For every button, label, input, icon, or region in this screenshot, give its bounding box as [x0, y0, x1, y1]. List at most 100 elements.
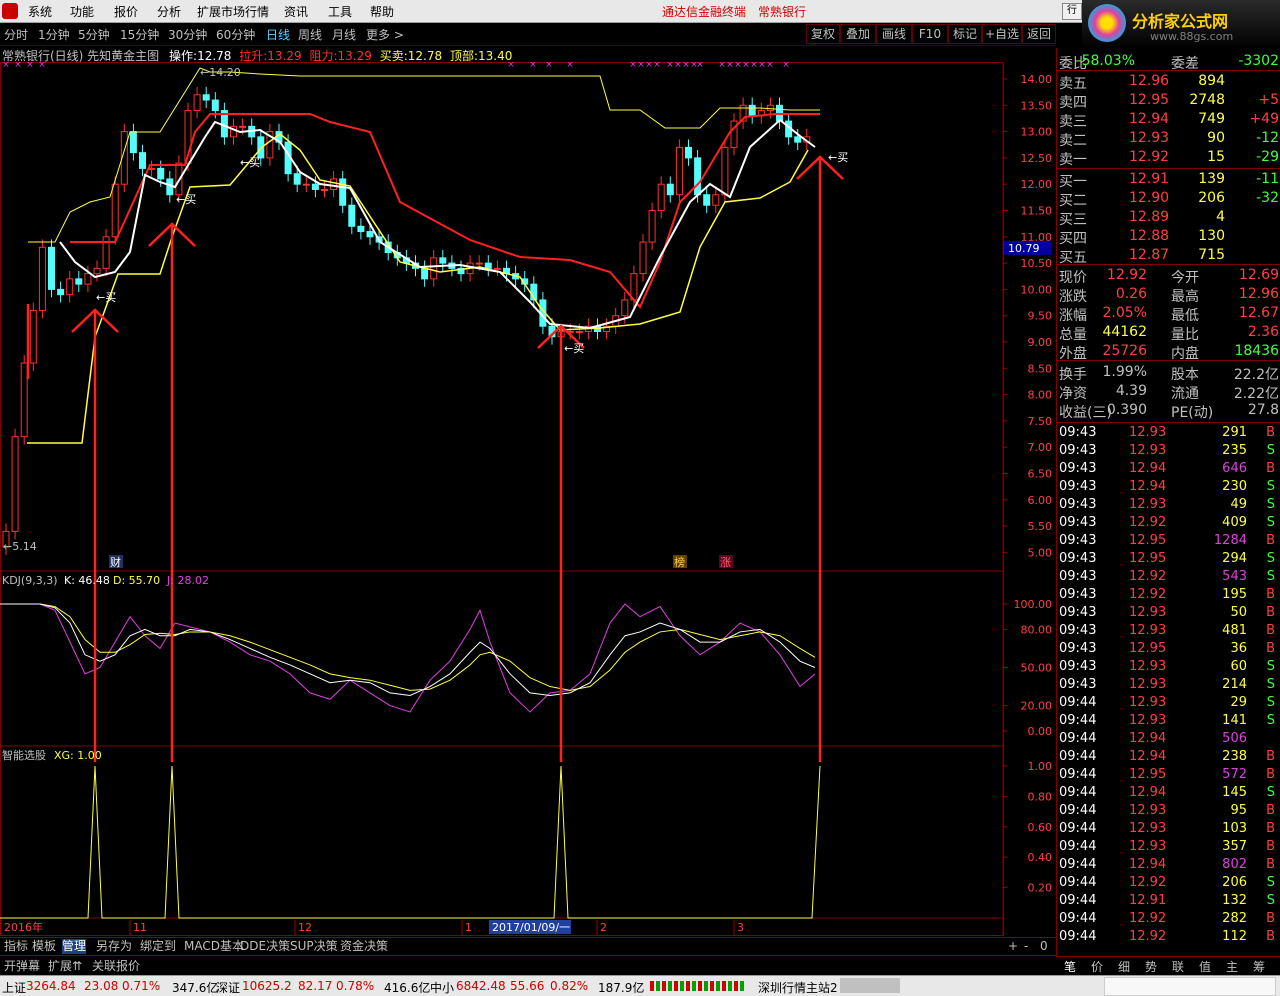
ask-price: 12.96 — [1129, 73, 1170, 89]
candle-body — [439, 257, 447, 264]
overlay-button[interactable]: 叠加 — [840, 24, 876, 44]
panel-tab[interactable]: 筹 — [1253, 958, 1265, 975]
buy-label: ←买 — [240, 156, 260, 169]
tick-price: 12.92 — [1129, 587, 1167, 602]
period-15min[interactable]: 15分钟 — [120, 26, 159, 43]
tick-volume: 409 — [1222, 515, 1247, 530]
tick-time: 09:44 — [1059, 929, 1097, 944]
tick-side: B — [1266, 623, 1275, 638]
ask-volume: 749 — [1198, 111, 1225, 127]
add-favorite-button[interactable]: +自选 — [982, 24, 1022, 44]
menu-extended-market[interactable]: 扩展市场行情 — [197, 3, 269, 20]
menu-function[interactable]: 功能 — [70, 3, 94, 20]
related-quote-button[interactable]: 关联报价 — [92, 957, 140, 974]
chart-canvas[interactable]: × × × × × × × × × × × ×× × × × × × × × ×× × × × 14.0013.5013.0… — [0, 62, 1056, 937]
zoom-out-button[interactable]: - — [1024, 939, 1028, 954]
back-button[interactable]: 返回 — [1022, 24, 1056, 44]
extend-button[interactable]: 扩展⇈ — [48, 957, 82, 974]
candle-body — [20, 362, 28, 438]
bid-row: 买四 12.88 130 — [1057, 227, 1280, 247]
price-axis-label: 7.00 — [1028, 441, 1053, 454]
fund-value: 0.390 — [1106, 402, 1147, 418]
signal-marker: × — [637, 62, 645, 70]
panel-tab[interactable]: 主 — [1226, 958, 1238, 975]
menu-news[interactable]: 资讯 — [284, 3, 308, 20]
tick-time: 09:43 — [1059, 623, 1097, 638]
period-30min[interactable]: 30分钟 — [168, 26, 207, 43]
tick-side: S — [1266, 875, 1275, 890]
tick-volume: 291 — [1222, 425, 1247, 440]
draw-button[interactable]: 画线 — [876, 24, 912, 44]
period-weekly[interactable]: 周线 — [298, 26, 322, 43]
tick-volume: 238 — [1222, 749, 1247, 764]
f10-button[interactable]: F10 — [912, 24, 948, 44]
period-daily[interactable]: 日线 — [266, 26, 290, 43]
tab-macd[interactable]: MACD基本 — [184, 939, 244, 954]
tick-price: 12.94 — [1129, 749, 1167, 764]
tab-bind-to[interactable]: 绑定到 — [140, 939, 176, 954]
menu-tools[interactable]: 工具 — [328, 3, 352, 20]
panel-tab[interactable]: 笔 — [1064, 958, 1076, 975]
zx-value: 6842.48 — [456, 979, 506, 993]
tick-row: 09:44 12.93 103 B — [1057, 820, 1280, 838]
tab-save-as[interactable]: 另存为 — [96, 939, 132, 954]
period-monthly[interactable]: 月线 — [332, 26, 356, 43]
panel-tab[interactable]: 价 — [1091, 958, 1103, 975]
panel-tab[interactable]: 值 — [1199, 958, 1211, 975]
tick-time: 09:44 — [1059, 857, 1097, 872]
tick-side: S — [1266, 551, 1275, 566]
tick-price: 12.93 — [1129, 677, 1167, 692]
panel-tab[interactable]: 联 — [1172, 958, 1184, 975]
menu-right-tab[interactable]: 行 — [1062, 3, 1082, 20]
zoom-in-button[interactable]: + — [1008, 939, 1018, 954]
tab-indicator[interactable]: 指标 — [4, 939, 28, 954]
price-axis-label: 13.50 — [1021, 99, 1053, 112]
menu-quote[interactable]: 报价 — [114, 3, 138, 20]
danmu-button[interactable]: 开弹幕 — [4, 957, 40, 974]
tick-time: 09:44 — [1059, 731, 1097, 746]
candle-body — [321, 188, 328, 191]
menu-system[interactable]: 系统 — [28, 3, 52, 20]
tick-side: B — [1266, 425, 1275, 440]
tab-manage[interactable]: 管理 — [62, 939, 87, 954]
zx-change: 55.66 — [510, 979, 545, 993]
candle-body — [302, 183, 310, 186]
tab-template[interactable]: 模板 — [32, 939, 56, 954]
period-more[interactable]: 更多 > — [366, 26, 404, 43]
bid-price: 12.87 — [1129, 247, 1170, 263]
candle-body — [157, 167, 165, 180]
fund-label: PE(动) — [1171, 405, 1214, 421]
stat-row: 外盘 25726 内盘 18436 — [1057, 342, 1280, 362]
tick-side: S — [1266, 443, 1275, 458]
panel-tab[interactable]: 势 — [1145, 958, 1157, 975]
time-axis-label: 2 — [600, 921, 607, 934]
quote-panel-tabs: 笔价细势联值主筹 — [1056, 956, 1280, 975]
tab-dde[interactable]: DDE决策 — [240, 939, 290, 954]
tick-side: B — [1266, 911, 1275, 926]
panel-tab[interactable]: 细 — [1118, 958, 1130, 975]
ime-toolbar[interactable] — [1104, 977, 1276, 996]
mark-button[interactable]: 标记 — [948, 24, 982, 44]
period-1min[interactable]: 1分钟 — [38, 26, 70, 43]
tick-row: 09:43 12.93 60 S — [1057, 658, 1280, 676]
tick-time: 09:44 — [1059, 911, 1097, 926]
stat-row: 现价 12.92 今开 12.69 — [1057, 266, 1280, 286]
tick-side: B — [1266, 803, 1275, 818]
reset-zoom-button[interactable]: 0 — [1040, 939, 1048, 954]
candle-body — [484, 262, 492, 269]
price-axis-label: 11.50 — [1021, 205, 1053, 218]
tab-sup[interactable]: SUP决策 — [290, 939, 338, 954]
period-60min[interactable]: 60分钟 — [216, 26, 255, 43]
menu-analysis[interactable]: 分析 — [157, 3, 181, 20]
tick-row: 09:44 12.93 357 B — [1057, 838, 1280, 856]
tick-price: 12.93 — [1129, 839, 1167, 854]
adjust-button[interactable]: 复权 — [806, 24, 840, 44]
menu-help[interactable]: 帮助 — [370, 3, 394, 20]
tick-volume: 572 — [1222, 767, 1247, 782]
tab-fund[interactable]: 资金决策 — [340, 939, 388, 954]
period-intraday[interactable]: 分时 — [4, 26, 28, 43]
tick-price: 12.92 — [1129, 929, 1167, 944]
period-5min[interactable]: 5分钟 — [78, 26, 110, 43]
resistance-line — [70, 113, 820, 309]
tick-side: S — [1266, 695, 1275, 710]
